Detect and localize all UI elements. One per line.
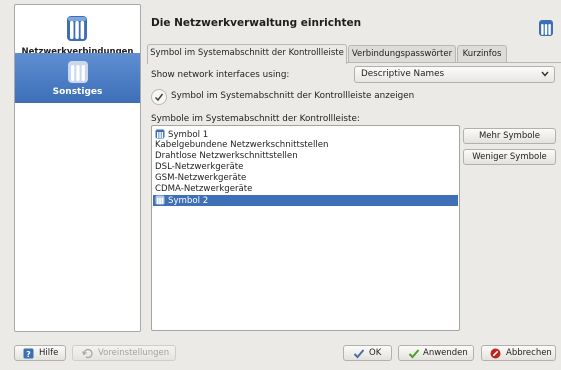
interface-naming-select[interactable]: Descriptive Names	[354, 66, 555, 83]
list-item[interactable]: DSL-Netzwerkgeräte	[153, 162, 458, 173]
button-label: OK	[369, 348, 382, 358]
network-icon	[538, 19, 554, 37]
button-label: Mehr Symbole	[478, 131, 541, 141]
check-icon	[408, 348, 420, 359]
network-icon	[155, 129, 165, 139]
list-item-text: DSL-Netzwerkgeräte	[155, 162, 244, 172]
chevron-down-icon	[541, 71, 549, 77]
tab-tray-symbol[interactable]: Symbol im Systemabschnitt der Kontrollle…	[147, 44, 347, 64]
list-item-text: Symbol 1	[168, 130, 209, 140]
page-title: Die Netzwerkverwaltung einrichten	[151, 17, 362, 29]
list-item-text: Kabelgebundene Netzwerkschnittstellen	[155, 140, 329, 150]
list-item[interactable]: Kabelgebundene Netzwerkschnittstellen	[153, 140, 458, 151]
svg-text:?: ?	[26, 350, 31, 359]
list-item[interactable]: Drahtlose Netzwerkschnittstellen	[153, 151, 458, 162]
sidebar: Netzwerkverbindungen Sonstiges	[14, 4, 141, 332]
cancel-icon	[490, 348, 501, 359]
show-tray-icon-checkbox[interactable]	[151, 89, 167, 105]
fewer-symbols-button[interactable]: Weniger Symbole	[463, 149, 556, 165]
symbol-list-label: Symbole im Systemabschnitt der Kontrolll…	[151, 114, 360, 124]
list-item-text: Symbol 2	[168, 196, 209, 206]
sidebar-item-misc[interactable]: Sonstiges	[15, 53, 140, 103]
tab-label: Verbindungspasswörter	[351, 49, 453, 59]
button-label: Hilfe	[39, 348, 59, 358]
select-value: Descriptive Names	[361, 69, 445, 79]
check-icon	[353, 348, 365, 359]
apply-button[interactable]: Anwenden	[398, 345, 474, 361]
list-item-selected[interactable]: Symbol 2	[153, 195, 458, 206]
sidebar-item-network-connections[interactable]: Netzwerkverbindungen	[15, 11, 140, 57]
ok-button[interactable]: OK	[343, 345, 392, 361]
button-label: Anwenden	[423, 348, 468, 358]
list-item[interactable]: CDMA-Netzwerkgeräte	[153, 184, 458, 195]
list-item-text: Drahtlose Netzwerkschnittstellen	[155, 151, 298, 161]
tab-label: Symbol im Systemabschnitt der Kontrollle…	[150, 48, 344, 58]
show-interfaces-label: Show network interfaces using:	[151, 70, 290, 80]
button-label: Weniger Symbole	[472, 152, 547, 162]
sidebar-item-label: Sonstiges	[52, 87, 103, 97]
more-symbols-button[interactable]: Mehr Symbole	[463, 128, 556, 144]
button-label: Abbrechen	[506, 348, 552, 358]
network-icon	[65, 13, 89, 43]
checkbox-label: Symbol im Systemabschnitt der Kontrollle…	[171, 91, 415, 101]
help-icon: ?	[23, 348, 34, 359]
tab-label: Kurzinfos	[462, 49, 502, 59]
button-label: Voreinstellungen	[98, 348, 170, 358]
symbol-list[interactable]: Symbol 1 Kabelgebundene Netzwerkschnitts…	[151, 125, 460, 331]
tab-tooltips[interactable]: Kurzinfos	[457, 45, 507, 63]
checkmark-icon	[154, 93, 164, 102]
tab-connection-passwords[interactable]: Verbindungspasswörter	[348, 45, 456, 63]
list-item-text: GSM-Netzwerkgeräte	[155, 173, 247, 183]
list-item[interactable]: GSM-Netzwerkgeräte	[153, 173, 458, 184]
network-icon	[155, 195, 165, 205]
restore-icon	[82, 348, 95, 359]
network-icon	[67, 59, 89, 85]
help-button[interactable]: ? Hilfe	[14, 345, 66, 361]
defaults-button[interactable]: Voreinstellungen	[72, 345, 176, 361]
list-item-text: CDMA-Netzwerkgeräte	[155, 184, 253, 194]
cancel-button[interactable]: Abbrechen	[481, 345, 556, 361]
list-item[interactable]: Symbol 1	[153, 129, 458, 140]
